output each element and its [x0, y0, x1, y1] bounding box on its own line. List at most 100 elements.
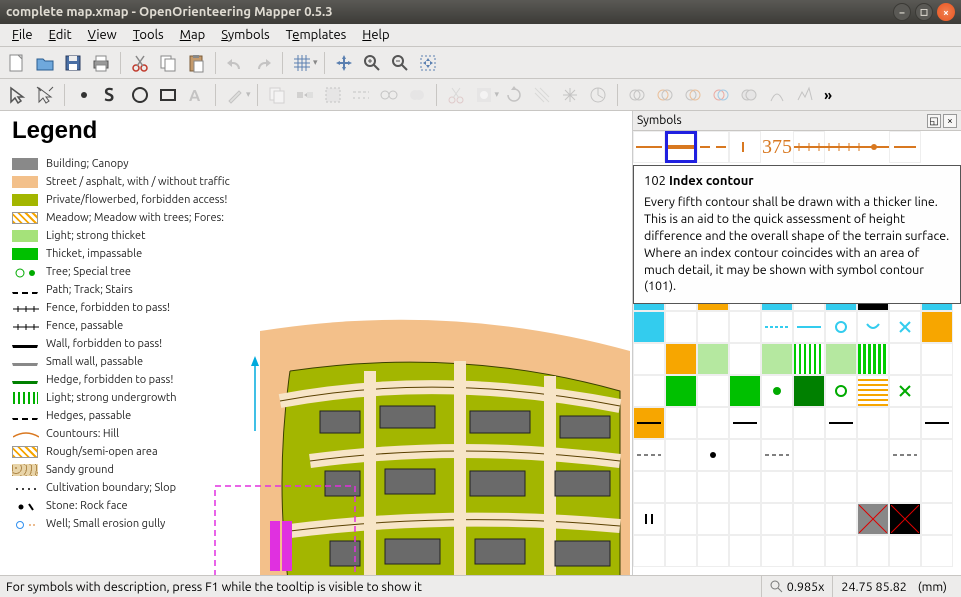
symbol-cell[interactable] [825, 471, 857, 503]
symbol-cell[interactable] [729, 311, 761, 343]
symbol-cell[interactable] [825, 311, 857, 343]
symbol-cell[interactable] [825, 279, 857, 311]
cut-button[interactable] [127, 50, 153, 76]
symbol-cell[interactable] [889, 279, 921, 311]
symbol-cell[interactable] [697, 311, 729, 343]
symbol-cell[interactable] [729, 279, 761, 311]
scale-button[interactable] [557, 82, 583, 108]
save-button[interactable] [60, 50, 86, 76]
symbol-cell[interactable] [921, 343, 953, 375]
symbol-cell[interactable] [729, 439, 761, 471]
symbol-cell[interactable] [633, 375, 665, 407]
fill-border-button[interactable] [320, 82, 346, 108]
print-button[interactable] [88, 50, 114, 76]
symbol-cell[interactable] [889, 439, 921, 471]
connect-button[interactable] [376, 82, 402, 108]
zoom-in-button[interactable] [359, 50, 385, 76]
menu-edit[interactable]: Edit [41, 26, 80, 44]
cut-hole-button[interactable] [471, 82, 497, 108]
symbol-cell[interactable] [857, 471, 889, 503]
symbols-close-button[interactable]: × [943, 114, 957, 128]
duplicate-button[interactable] [264, 82, 290, 108]
symbol-cell[interactable] [697, 439, 729, 471]
symbol-cell[interactable] [921, 471, 953, 503]
symbol-cell[interactable] [825, 503, 857, 535]
symbol-cell[interactable] [889, 407, 921, 439]
symbol-cell[interactable] [761, 503, 793, 535]
bool-diff-button[interactable] [680, 82, 706, 108]
undo-button[interactable] [222, 50, 248, 76]
symbol-cell[interactable] [857, 503, 889, 535]
symbol-cell[interactable] [729, 343, 761, 375]
minimize-button[interactable]: – [893, 3, 911, 21]
symbol-cell[interactable] [857, 407, 889, 439]
symbol-cell[interactable] [889, 375, 921, 407]
symbol-cell[interactable] [793, 279, 825, 311]
symbol-cell[interactable] [633, 535, 665, 567]
symbol-cell[interactable] [793, 343, 825, 375]
draw-point-button[interactable] [71, 82, 97, 108]
switch-symbol-button[interactable] [292, 82, 318, 108]
copy-button[interactable] [155, 50, 181, 76]
symbol-cell[interactable] [761, 279, 793, 311]
symbol-cell[interactable] [825, 375, 857, 407]
symbol-cell[interactable] [921, 375, 953, 407]
symbol-cell[interactable] [761, 535, 793, 567]
symbol-cell[interactable] [665, 279, 697, 311]
symbol-cell[interactable] [697, 375, 729, 407]
draw-path-button[interactable]: S [99, 82, 125, 108]
symbol-cell[interactable] [761, 311, 793, 343]
bool-union-button[interactable] [624, 82, 650, 108]
edit-tool-button[interactable] [4, 82, 30, 108]
symbol-cell[interactable] [793, 311, 825, 343]
symbol-cell[interactable] [857, 535, 889, 567]
symbol-cell[interactable] [633, 471, 665, 503]
symbol-cell[interactable] [793, 471, 825, 503]
symbol-cell[interactable] [665, 535, 697, 567]
paste-button[interactable] [183, 50, 209, 76]
symbol-cell[interactable] [825, 343, 857, 375]
symbol-cell[interactable] [889, 535, 921, 567]
symbol-cell[interactable] [633, 279, 665, 311]
symbol-cell[interactable] [697, 471, 729, 503]
draw-circle-button[interactable] [127, 82, 153, 108]
symbol-cell[interactable] [761, 439, 793, 471]
menu-view[interactable]: View [80, 26, 125, 44]
symbol-cell[interactable] [921, 439, 953, 471]
symbol-selected[interactable] [665, 131, 697, 163]
symbol-cell[interactable] [921, 535, 953, 567]
symbol-cell[interactable] [665, 407, 697, 439]
bool-xor-button[interactable] [708, 82, 734, 108]
zoom-fit-button[interactable] [415, 50, 441, 76]
measure-button[interactable] [585, 82, 611, 108]
symbol-cell[interactable] [825, 535, 857, 567]
open-button[interactable] [32, 50, 58, 76]
menu-symbols[interactable]: Symbols [213, 26, 277, 44]
symbol-cell[interactable] [921, 279, 953, 311]
zoom-out-button[interactable] [387, 50, 413, 76]
symbol-cell[interactable] [889, 503, 921, 535]
symbol-cell[interactable] [793, 535, 825, 567]
symbol-cell[interactable] [761, 471, 793, 503]
symbols-body[interactable]: 375 102 Index contour Every fifth contou… [633, 131, 961, 575]
symbol-cell[interactable] [729, 535, 761, 567]
grid-button[interactable] [289, 50, 315, 76]
toolbar-overflow[interactable]: » [820, 87, 836, 103]
menu-tools[interactable]: Tools [125, 26, 172, 44]
symbol-cell[interactable] [921, 311, 953, 343]
symbol-cell[interactable] [857, 279, 889, 311]
symbol-cell[interactable] [697, 343, 729, 375]
symbol-cell[interactable] [633, 439, 665, 471]
paint-tool-button[interactable] [222, 82, 248, 108]
symbol-cell[interactable] [761, 407, 793, 439]
symbol-cell[interactable] [633, 407, 665, 439]
symbol-cell[interactable] [857, 439, 889, 471]
menu-help[interactable]: Help [354, 26, 397, 44]
rotate-button[interactable] [501, 82, 527, 108]
symbol-cell[interactable] [697, 503, 729, 535]
symbol-cell[interactable] [697, 279, 729, 311]
symbol-cell[interactable] [633, 343, 665, 375]
draw-text-button[interactable]: A [183, 82, 209, 108]
close-button[interactable]: × [937, 3, 955, 21]
new-button[interactable] [4, 50, 30, 76]
